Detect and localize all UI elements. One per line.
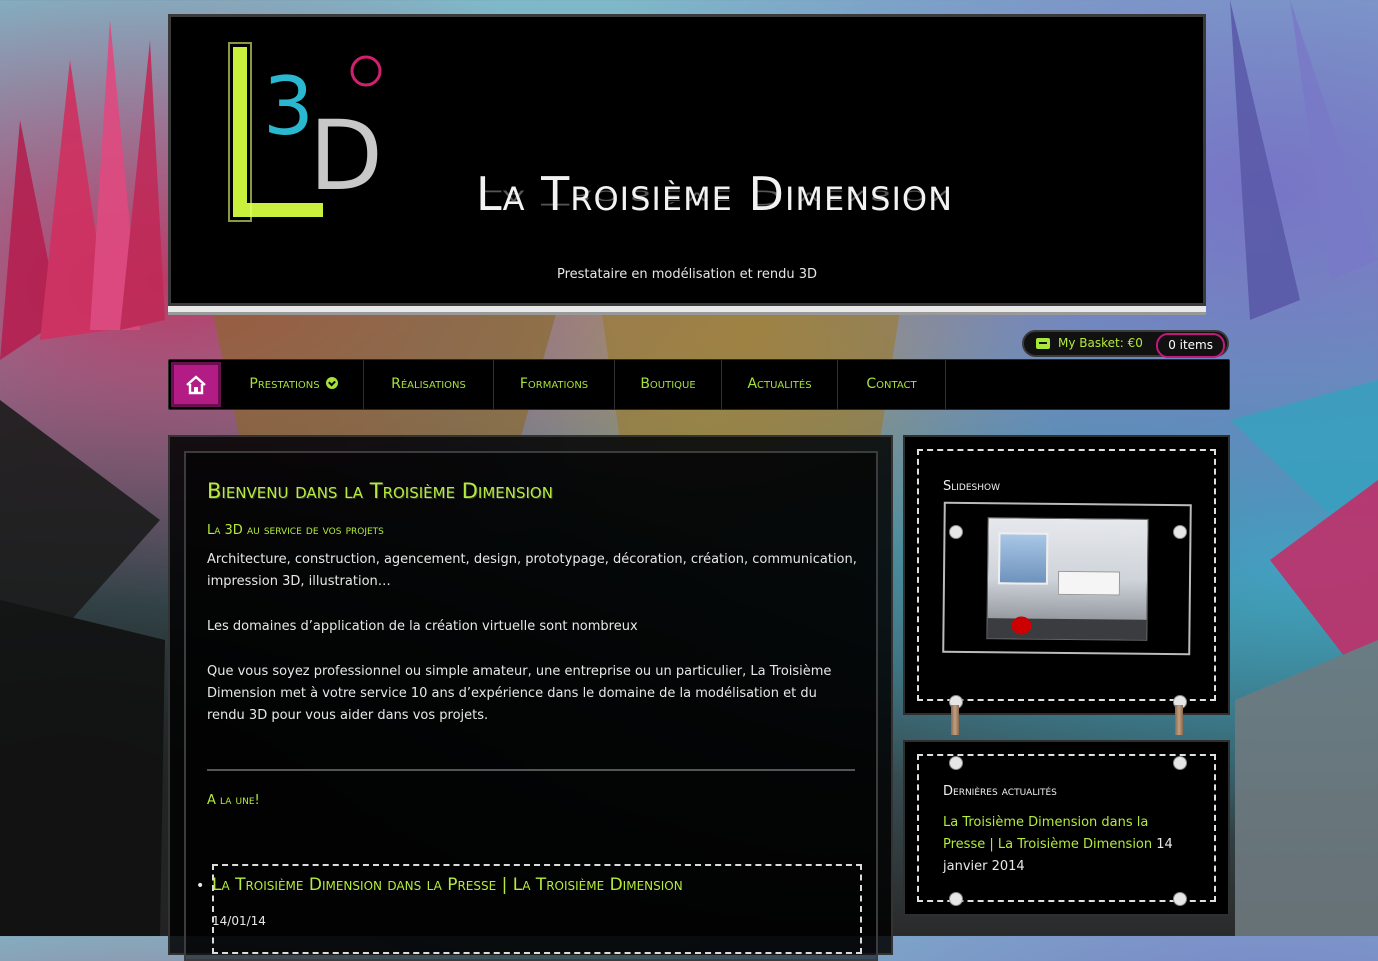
latest-news-link[interactable]: La Troisième Dimension dans la Presse | … xyxy=(943,815,1152,852)
nav-home-button[interactable] xyxy=(171,362,221,407)
nav-item-actualites[interactable]: Actualités xyxy=(722,360,838,409)
nav-item-label: Boutique xyxy=(640,376,696,392)
nav-item-formations[interactable]: Formations xyxy=(494,360,615,409)
main-content-panel: Bienvenu dans la Troisième Dimension La … xyxy=(168,435,893,961)
site-header: 3 D La Troisième Dimension La Troisième … xyxy=(168,14,1206,306)
list-bullet: • xyxy=(196,878,205,894)
featured-news-date: 14/01/14 xyxy=(212,914,266,928)
latest-news-widget: Dernières actualités La Troisième Dimens… xyxy=(903,740,1230,916)
svg-text:D: D xyxy=(309,100,383,212)
nav-item-label: Contact xyxy=(866,376,917,392)
nav-item-label: Prestations xyxy=(249,376,320,392)
slideshow-title: Slideshow xyxy=(943,479,1001,494)
pin-icon xyxy=(1173,892,1187,906)
basket-widget[interactable]: My Basket: €0 0 items xyxy=(1022,330,1229,358)
slideshow-widget: Slideshow xyxy=(903,435,1230,735)
main-navigation: Prestations Réalisations Formations Bout… xyxy=(168,359,1230,410)
pin-icon xyxy=(1173,756,1187,770)
pin-icon xyxy=(949,756,963,770)
slideshow-frame[interactable] xyxy=(942,501,1192,656)
peg-icon xyxy=(1175,705,1183,735)
page-title: Bienvenu dans la Troisième Dimension xyxy=(207,479,553,503)
slideshow-image[interactable] xyxy=(986,517,1149,641)
page-subtitle: La 3D au service de vos projets xyxy=(207,523,384,538)
slide-window-shape xyxy=(997,532,1049,585)
slide-red-object-shape xyxy=(1011,616,1032,635)
basket-items-badge[interactable]: 0 items xyxy=(1156,333,1225,358)
nav-item-label: Réalisations xyxy=(391,376,466,392)
basket-label[interactable]: My Basket: €0 xyxy=(1058,336,1143,350)
nav-item-contact[interactable]: Contact xyxy=(838,360,946,409)
nav-item-realisations[interactable]: Réalisations xyxy=(364,360,494,409)
site-tagline: Prestataire en modélisation et rendu 3D xyxy=(556,267,818,282)
nav-item-label: Formations xyxy=(519,376,589,392)
latest-news-title: Dernières actualités xyxy=(943,784,1057,799)
slide-cabinet-shape xyxy=(1057,570,1121,596)
pin-icon xyxy=(949,525,963,539)
l3d-logo[interactable]: 3 D xyxy=(211,39,401,229)
site-title-reflection: La Troisième Dimension xyxy=(476,185,954,210)
peg-icon xyxy=(951,705,959,735)
intro-paragraph: Architecture, construction, agencement, … xyxy=(207,552,857,589)
featured-heading: A la une! xyxy=(207,793,260,808)
experience-paragraph: Que vous soyez professionnel ou simple a… xyxy=(207,664,832,723)
domains-paragraph: Les domaines d’application de la créatio… xyxy=(207,619,638,634)
basket-icon xyxy=(1036,338,1050,349)
section-divider xyxy=(207,769,855,771)
latest-news-entry: La Troisième Dimension dans la Presse | … xyxy=(943,812,1193,878)
svg-text:3: 3 xyxy=(263,60,314,153)
dropdown-check-icon xyxy=(325,377,338,389)
home-icon xyxy=(186,375,206,395)
nav-item-label: Actualités xyxy=(747,376,812,392)
pin-icon xyxy=(1173,525,1187,539)
nav-item-prestations[interactable]: Prestations xyxy=(224,360,364,409)
nav-item-boutique[interactable]: Boutique xyxy=(615,360,722,409)
featured-news-link[interactable]: La Troisième Dimension dans la Presse | … xyxy=(212,875,683,895)
pin-icon xyxy=(949,892,963,906)
